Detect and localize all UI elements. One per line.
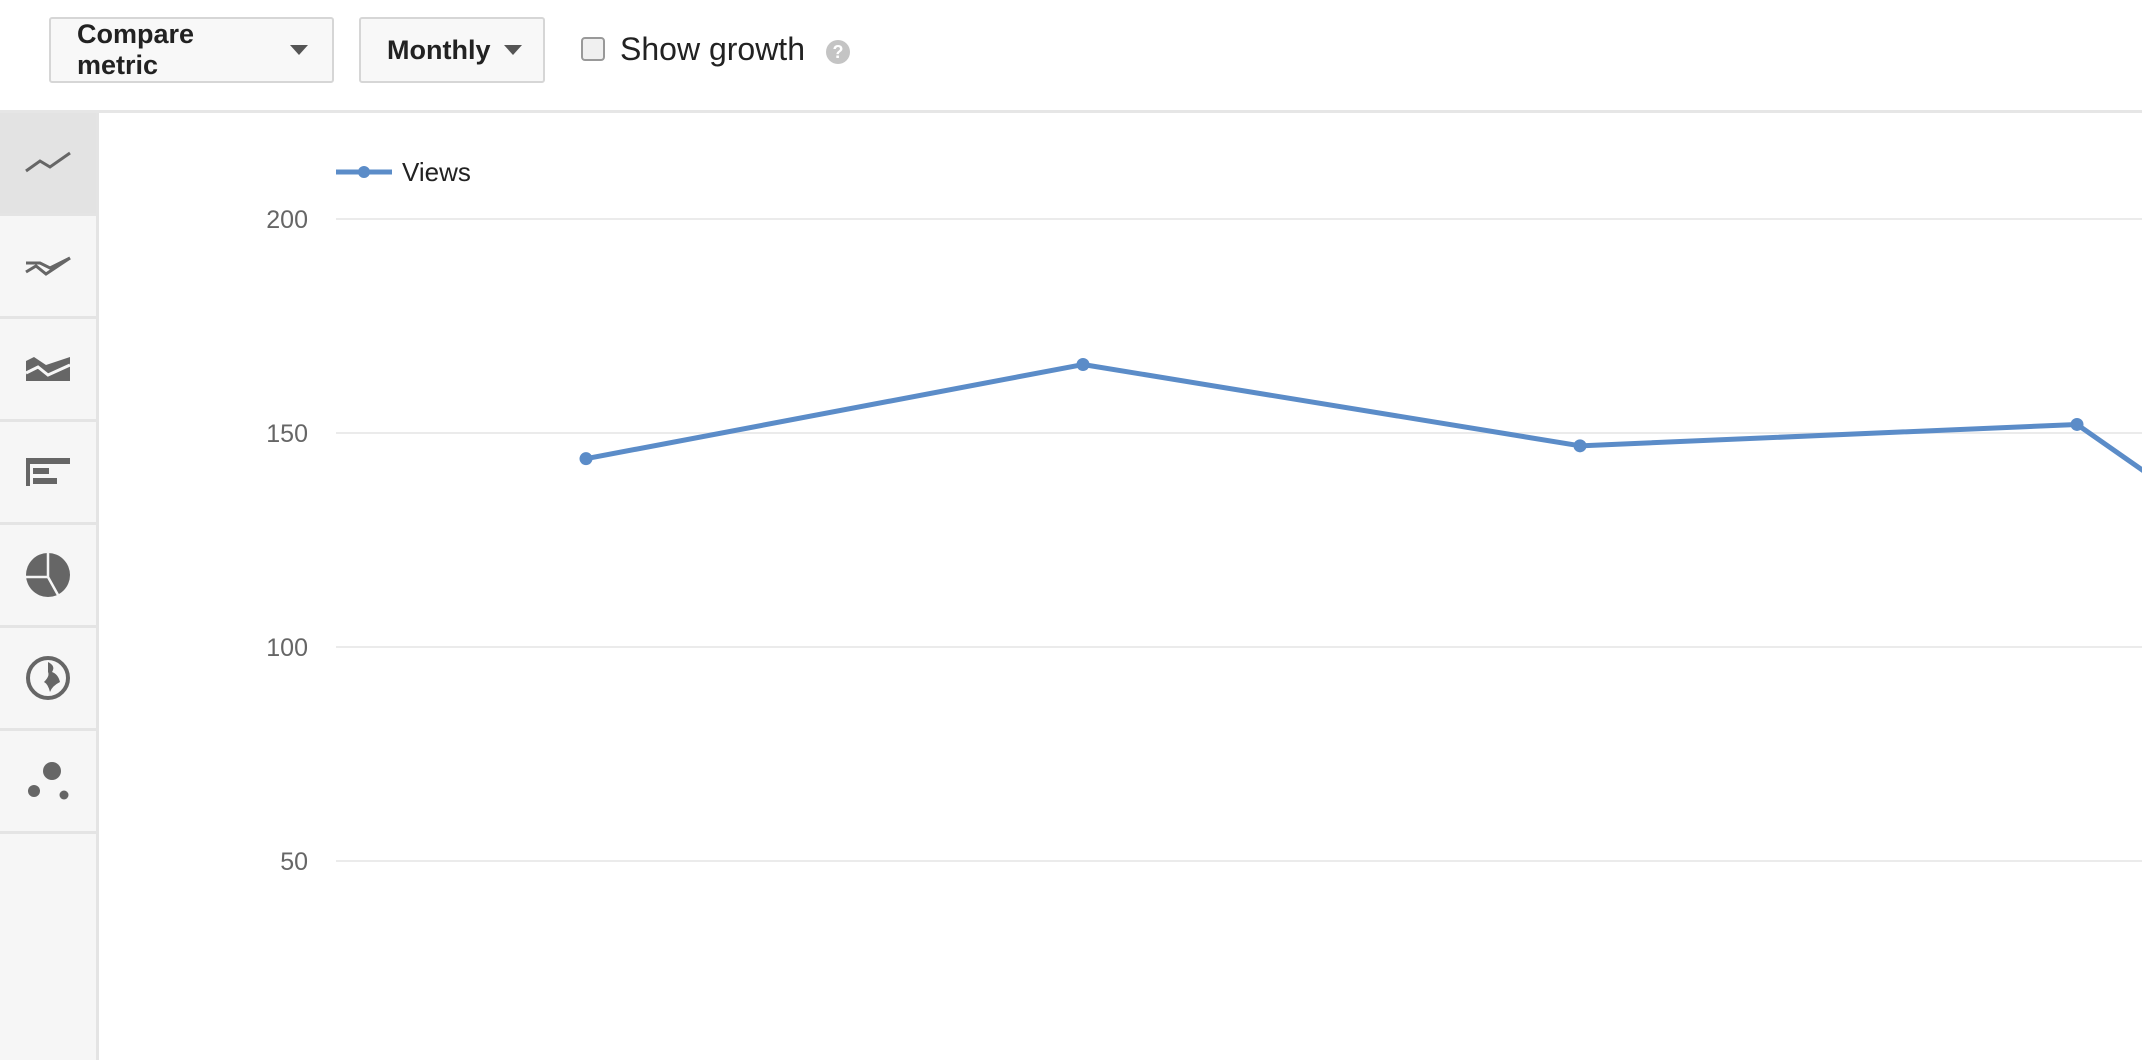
chart-type-geo[interactable] [0,628,96,731]
show-growth-checkbox[interactable] [581,37,605,61]
data-point [2070,417,2084,431]
line-chart-icon [25,151,71,173]
caret-down-icon [504,45,523,55]
views-line-chart: 200 150 100 50 Views [266,157,2142,876]
views-series-line [585,362,2142,473]
legend-marker [358,166,370,178]
chart-type-line[interactable] [0,113,96,216]
y-tick-label: 200 [266,206,308,234]
bubble-chart-icon [28,762,69,800]
compare-metric-dropdown[interactable]: Compare metric [49,17,334,83]
y-tick-label: 50 [280,848,308,876]
caret-down-icon [290,45,308,55]
y-tick-label: 150 [266,420,308,448]
chart-type-pie[interactable] [0,525,96,628]
chart-type-sidebar [0,113,99,1060]
data-point [1076,358,1090,372]
pie-chart-icon [26,553,70,597]
bar-chart-icon [26,458,70,486]
chart-type-bar[interactable] [0,422,96,525]
globe-map-icon [26,656,70,700]
question-circle-icon[interactable]: ? [826,40,850,64]
toolbar: Compare metric Monthly Show growth ? [0,0,2142,113]
chart-type-multi-line[interactable] [0,216,96,319]
data-point [579,452,593,466]
chart-type-bubble[interactable] [0,731,96,834]
data-point [1573,439,1587,453]
legend-label-views: Views [402,157,471,187]
stacked-area-chart-icon [25,357,71,381]
multi-line-chart-icon [25,256,71,276]
y-tick-label: 100 [266,634,308,662]
chart-type-area[interactable] [0,319,96,422]
show-growth-label[interactable]: Show growth [620,31,805,68]
period-label: Monthly [387,34,491,65]
compare-metric-label: Compare metric [77,19,195,80]
period-dropdown[interactable]: Monthly [359,17,545,83]
